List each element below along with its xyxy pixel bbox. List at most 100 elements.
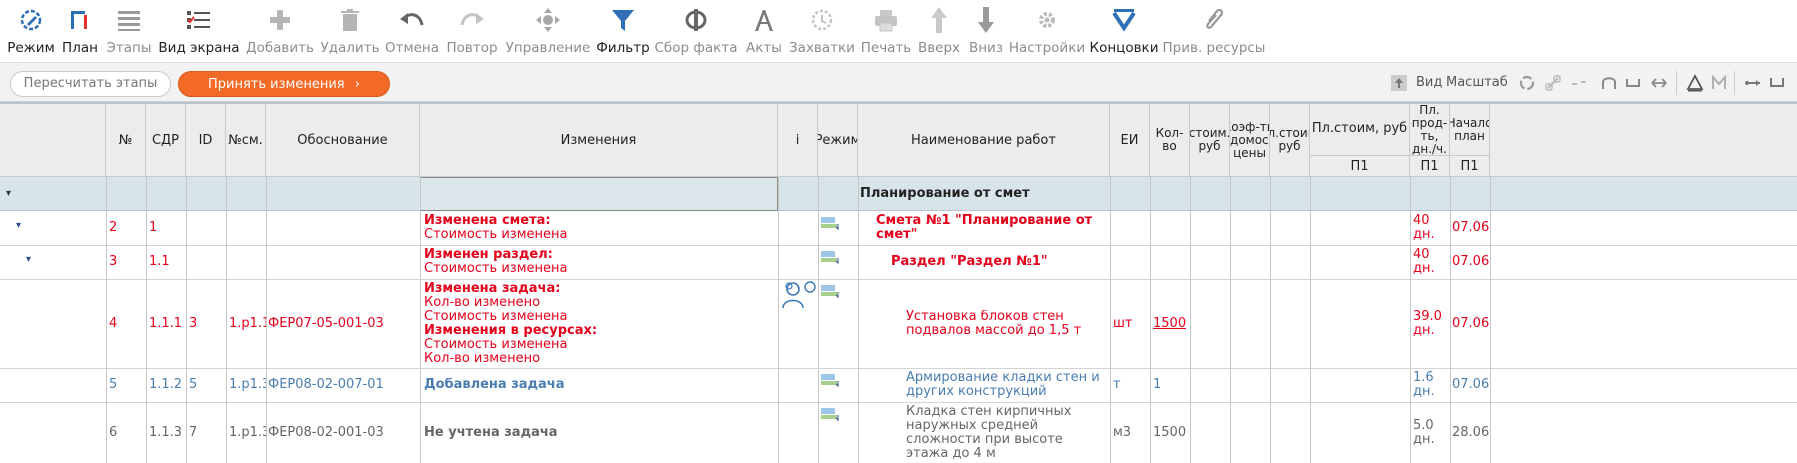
toolbar-print-button[interactable]: Печать bbox=[861, 0, 911, 62]
mode-icon bbox=[20, 9, 42, 31]
toolbar-delete-button[interactable]: Удалить bbox=[320, 0, 380, 62]
header-duration[interactable]: Пл. прод-ть, дн./ч. bbox=[1410, 104, 1450, 156]
row-change-title: Изменения в ресурсах: bbox=[424, 324, 598, 338]
add-icon bbox=[270, 10, 290, 30]
bracket-button[interactable] bbox=[1766, 63, 1788, 103]
header-start-p1[interactable]: П1 bbox=[1450, 156, 1490, 177]
row-id: 5 bbox=[189, 378, 198, 392]
connect-button[interactable] bbox=[1742, 63, 1764, 103]
header-work-name[interactable]: Наименование работ bbox=[858, 104, 1110, 177]
header-unit-cost[interactable]: Пл.стоим.ЕИ, руб bbox=[1190, 104, 1230, 177]
header-empty bbox=[1490, 104, 1797, 177]
filter-icon bbox=[612, 10, 634, 31]
row-change-line: Стоимость изменена bbox=[424, 310, 568, 324]
toolbar-screen-view-button[interactable]: Вид экрана bbox=[158, 0, 240, 62]
group-title: Планирование от смет bbox=[860, 187, 1030, 201]
mode-marker-icon[interactable] bbox=[820, 249, 842, 265]
header-coef[interactable]: Коэф-ты ведомости цены bbox=[1230, 104, 1270, 177]
header-info[interactable]: i bbox=[778, 104, 818, 177]
undo-icon bbox=[400, 13, 424, 26]
toolbar-up-button[interactable]: Вверх bbox=[918, 0, 960, 62]
header-plan-cost-p1[interactable]: П1 bbox=[1310, 156, 1410, 177]
row-unit: т bbox=[1113, 378, 1121, 392]
resource-workers-icon[interactable] bbox=[780, 280, 816, 310]
row-work-name: Кладка стен кирпичных наружных средней с… bbox=[906, 405, 1072, 461]
hook-icon bbox=[1626, 79, 1640, 87]
toolbar-redo-button[interactable]: Повтор bbox=[446, 0, 498, 62]
row-duration: 1.6 дн. bbox=[1413, 371, 1435, 399]
unlink-button[interactable] bbox=[1568, 63, 1590, 103]
delta-icon bbox=[1686, 74, 1704, 92]
accept-changes-button[interactable]: Принять изменения › bbox=[178, 71, 390, 97]
mode-marker-icon[interactable] bbox=[820, 215, 842, 231]
toolbar-attach-resources-button[interactable]: Прив. ресурсы bbox=[1163, 0, 1265, 62]
print-icon bbox=[875, 10, 897, 32]
span-button[interactable] bbox=[1648, 63, 1670, 103]
toolbar-undo-button[interactable]: Отмена bbox=[385, 0, 439, 62]
m-button[interactable] bbox=[1708, 63, 1730, 103]
header-changes[interactable]: Изменения bbox=[420, 104, 778, 177]
toolbar-acts-button[interactable]: Акты bbox=[744, 0, 784, 62]
row-work-name: Раздел "Раздел №1" bbox=[891, 255, 1048, 269]
row-duration: 40 дн. bbox=[1413, 214, 1435, 242]
toolbar-add-button[interactable]: Добавить bbox=[246, 0, 314, 62]
export-view-button[interactable] bbox=[1388, 63, 1410, 103]
row-num: 2 bbox=[109, 221, 118, 235]
action-bar: Пересчитать этапы Принять изменения › Ви… bbox=[0, 62, 1797, 102]
toolbar-stages-button[interactable]: Этапы bbox=[106, 0, 152, 62]
view-label[interactable]: Вид bbox=[1416, 75, 1442, 90]
header-plan-cost[interactable]: Пл.стоим, руб bbox=[1310, 104, 1410, 156]
link-icon bbox=[1545, 75, 1561, 91]
row-change-line: Кол-во изменено bbox=[424, 352, 541, 366]
header-num[interactable]: № bbox=[106, 104, 146, 177]
hook-button[interactable] bbox=[1622, 63, 1644, 103]
mode-marker-icon[interactable] bbox=[820, 406, 842, 422]
row-duration: 39.0 дн. bbox=[1413, 310, 1442, 338]
row-num: 5 bbox=[109, 378, 118, 392]
span-arrows-icon bbox=[1651, 78, 1667, 88]
toolbar-fact-button[interactable]: Сбор факта bbox=[655, 0, 737, 62]
chevron-right-icon: › bbox=[354, 77, 360, 92]
header-id[interactable]: ID bbox=[186, 104, 226, 177]
group-changes-cell[interactable] bbox=[420, 177, 778, 211]
grips-icon bbox=[811, 9, 833, 31]
expand-arrow-icon[interactable]: ▾ bbox=[16, 219, 21, 233]
row-qty-link[interactable]: 1500 bbox=[1153, 317, 1186, 331]
arc-button[interactable] bbox=[1598, 63, 1620, 103]
recalc-stages-button[interactable]: Пересчитать этапы bbox=[10, 71, 171, 97]
row-duration: 5.0 дн. bbox=[1413, 419, 1435, 447]
screen-view-icon bbox=[187, 11, 210, 29]
toolbar-control-button[interactable]: Управление bbox=[506, 0, 590, 62]
toolbar-down-button[interactable]: Вниз bbox=[966, 0, 1006, 62]
expand-arrow-icon[interactable]: ▾ bbox=[26, 253, 31, 267]
header-sdr[interactable]: СДР bbox=[146, 104, 186, 177]
header-qty[interactable]: Кол-во bbox=[1150, 104, 1190, 177]
header-cost[interactable]: Пл.стоим. руб bbox=[1270, 104, 1310, 177]
link-button[interactable] bbox=[1542, 63, 1564, 103]
toolbar-filter-button[interactable]: Фильтр bbox=[596, 0, 650, 62]
delta-button[interactable] bbox=[1684, 63, 1706, 103]
toolbar-mode-button[interactable]: Режим bbox=[7, 0, 55, 62]
toolbar-plan-button[interactable]: План bbox=[62, 0, 98, 62]
header-basis[interactable]: Обоснование bbox=[266, 104, 420, 177]
toolbar-grips-button[interactable]: Захватки bbox=[789, 0, 855, 62]
toolbar-settings-button[interactable]: Настройки bbox=[1009, 0, 1085, 62]
row-start: 07.06 bbox=[1452, 378, 1490, 392]
mode-marker-icon[interactable] bbox=[820, 372, 842, 388]
header-mode[interactable]: Режим bbox=[818, 104, 858, 177]
row-nsm: 1.р1.1 bbox=[229, 317, 266, 331]
mode-marker-icon[interactable] bbox=[820, 283, 842, 299]
arrow-down-icon bbox=[978, 7, 994, 33]
refresh-button[interactable] bbox=[1516, 63, 1538, 103]
toolbar-separator bbox=[1734, 71, 1735, 95]
toolbar-endings-button[interactable]: Концовки bbox=[1089, 0, 1159, 62]
header-nsm[interactable]: №см. bbox=[226, 104, 266, 177]
header-unit[interactable]: ЕИ bbox=[1110, 104, 1150, 177]
header-duration-p1[interactable]: П1 bbox=[1410, 156, 1450, 177]
fact-icon bbox=[685, 9, 707, 31]
header-start[interactable]: Начало план bbox=[1450, 104, 1490, 156]
scale-label[interactable]: Масштаб bbox=[1446, 75, 1508, 90]
collapse-arrow-icon[interactable]: ▾ bbox=[6, 187, 11, 201]
row-num: 4 bbox=[109, 317, 118, 331]
redo-icon bbox=[460, 13, 484, 26]
